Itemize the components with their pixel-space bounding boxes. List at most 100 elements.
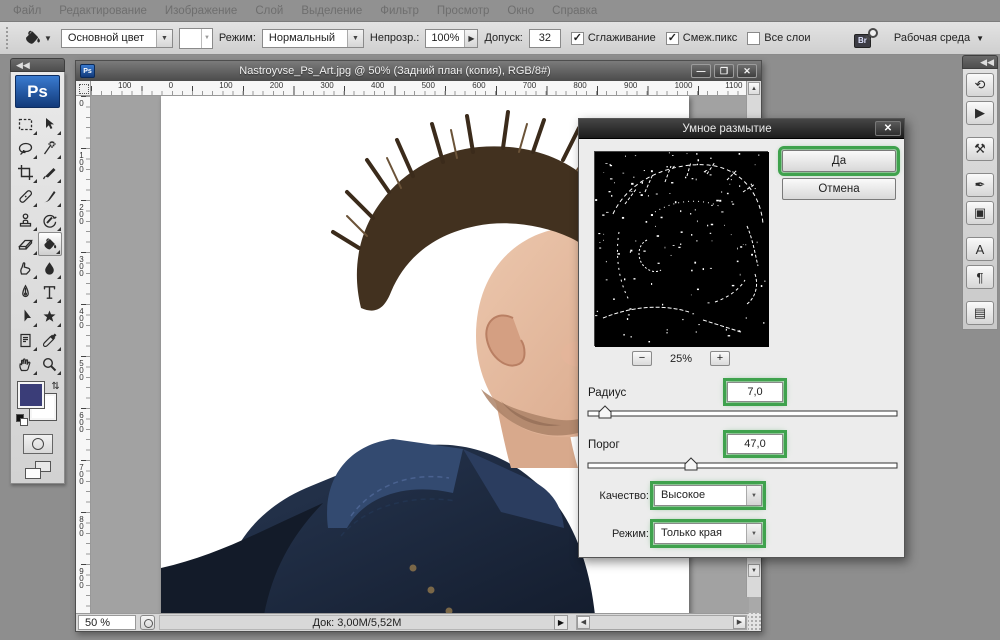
panel-button-history[interactable]: ⟲ [966, 73, 994, 97]
tool-brush[interactable] [38, 184, 62, 208]
panel-button-tool-presets[interactable]: ⚒ [966, 137, 994, 161]
tool-horizontal-type[interactable] [38, 280, 62, 304]
current-tool-button[interactable]: ▼ [19, 27, 55, 49]
checkbox-Сглаживание[interactable]: ✓Сглаживание [571, 32, 656, 45]
brushes-icon: ✒ [975, 177, 986, 193]
checkbox-Смеж.пикс[interactable]: ✓Смеж.пикс [666, 32, 737, 45]
checkbox-Все слои[interactable]: Все слои [747, 32, 810, 45]
menu-item-Файл[interactable]: Файл [4, 5, 50, 17]
tool-notes[interactable] [14, 328, 38, 352]
tool-move[interactable] [38, 112, 62, 136]
zoom-out-button[interactable]: − [632, 351, 652, 366]
workspace-switcher[interactable]: Рабочая среда ▼ [894, 32, 984, 44]
tool-path-selection[interactable] [14, 304, 38, 328]
document-titlebar[interactable]: Ps Nastroyvse_Ps_Art.jpg @ 50% (Задний п… [76, 61, 761, 81]
dialog-close-button[interactable]: ✕ [875, 121, 901, 136]
threshold-slider[interactable] [587, 457, 898, 473]
menu-item-Просмотр[interactable]: Просмотр [428, 5, 499, 17]
ruler-v-label: 900 [77, 567, 86, 588]
blend-mode-select[interactable]: Нормальный ▼ [262, 29, 364, 48]
blend-mode-arrow-icon[interactable]: ▼ [347, 30, 363, 47]
restore-button[interactable]: ❐ [714, 64, 734, 78]
panel-button-clone-source[interactable]: ▣ [966, 201, 994, 225]
foreground-color-swatch[interactable] [18, 382, 44, 408]
status-flyout-icon[interactable]: ▶ [554, 615, 568, 630]
tool-smudge[interactable] [14, 256, 38, 280]
quality-arrow-icon[interactable]: ▼ [746, 486, 761, 505]
path-selection-icon [17, 308, 34, 325]
threshold-input[interactable]: 47,0 [727, 434, 783, 454]
checkbox-icon[interactable] [747, 32, 760, 45]
scroll-left-icon[interactable]: ◀ [577, 616, 590, 629]
tool-blur[interactable] [38, 256, 62, 280]
clone-stamp-icon [17, 212, 34, 229]
panel-button-layer-comps[interactable]: ▤ [966, 301, 994, 325]
tool-eraser[interactable] [14, 232, 38, 256]
scroll-down-icon[interactable]: ▼ [748, 564, 760, 577]
dialog-titlebar[interactable]: Умное размытие ✕ [579, 119, 904, 139]
pattern-picker[interactable]: ▼ [179, 28, 213, 49]
tool-paint-bucket[interactable] [38, 232, 62, 256]
menu-item-Редактирование[interactable]: Редактирование [50, 5, 156, 17]
ps-logo[interactable]: Ps [15, 75, 60, 108]
panel-collapse-bar[interactable]: ◀◀ [962, 55, 998, 69]
tool-eyedropper[interactable] [38, 328, 62, 352]
menu-item-Слой[interactable]: Слой [246, 5, 292, 17]
checkbox-icon[interactable]: ✓ [666, 32, 679, 45]
tool-crop[interactable] [14, 160, 38, 184]
tool-hand[interactable] [14, 352, 38, 376]
menu-item-Изображение[interactable]: Изображение [156, 5, 246, 17]
close-button[interactable]: ✕ [737, 64, 757, 78]
fill-source-select[interactable]: Основной цвет ▼ [61, 29, 173, 48]
checkbox-icon[interactable]: ✓ [571, 32, 584, 45]
tool-clone-stamp[interactable] [14, 208, 38, 232]
tool-magic-wand[interactable] [38, 136, 62, 160]
tool-pen[interactable] [14, 280, 38, 304]
tool-custom-shape[interactable] [38, 304, 62, 328]
panel-button-actions[interactable]: ▶ [966, 101, 994, 125]
quick-mask-button[interactable] [23, 434, 53, 454]
mode-arrow-icon[interactable]: ▼ [746, 524, 761, 543]
vertical-ruler[interactable]: 0100200300400500600700800900 [76, 96, 91, 615]
tool-zoom[interactable] [38, 352, 62, 376]
tool-lasso[interactable] [14, 136, 38, 160]
menu-item-Выделение[interactable]: Выделение [292, 5, 371, 17]
options-grip[interactable] [6, 27, 11, 49]
tool-spot-healing-brush[interactable] [14, 184, 38, 208]
tool-slice[interactable] [38, 160, 62, 184]
opacity-arrow-icon[interactable]: ▶ [464, 30, 477, 47]
ruler-origin[interactable] [76, 81, 91, 96]
tolerance-input[interactable]: 32 [529, 29, 561, 48]
tool-rectangular-marquee[interactable] [14, 112, 38, 136]
right-panel-strip: ⟲ ▶ ⚒ ✒ ▣ A ¶ ▤ [962, 69, 998, 330]
minimize-button[interactable]: — [691, 64, 711, 78]
opacity-field[interactable]: 100% ▶ [425, 29, 478, 48]
cancel-button[interactable]: Отмена [782, 178, 896, 200]
bridge-button[interactable]: Br [854, 28, 880, 48]
menu-item-Фильтр[interactable]: Фильтр [371, 5, 428, 17]
filter-preview[interactable] [594, 151, 768, 346]
horizontal-scrollbar[interactable]: ◀ ▶ [576, 615, 747, 630]
menu-item-Справка[interactable]: Справка [543, 5, 606, 17]
horizontal-ruler[interactable]: 100010020030040050060070080090010001100 [91, 81, 748, 96]
radius-input[interactable]: 7,0 [727, 382, 783, 402]
panel-button-character[interactable]: A [966, 237, 994, 261]
fill-source-arrow-icon[interactable]: ▼ [156, 30, 172, 47]
menu-item-Окно[interactable]: Окно [498, 5, 543, 17]
quality-select[interactable]: Высокое ▼ [654, 485, 762, 506]
zoom-level-field[interactable]: 50 % [78, 615, 136, 630]
default-colors-icon[interactable] [16, 414, 28, 426]
radius-slider[interactable] [587, 405, 898, 421]
ok-button[interactable]: Да [782, 150, 896, 172]
panel-button-paragraph[interactable]: ¶ [966, 265, 994, 289]
scroll-right-icon[interactable]: ▶ [733, 616, 746, 629]
zoom-in-button[interactable]: + [710, 351, 730, 366]
toolbox-collapse-bar[interactable]: ◀◀ [10, 58, 65, 72]
scroll-up-icon[interactable]: ▲ [748, 82, 760, 95]
screen-mode-button[interactable] [25, 461, 51, 479]
resize-grip[interactable] [746, 612, 761, 631]
mode-select[interactable]: Только края ▼ [654, 523, 762, 544]
panel-button-brushes[interactable]: ✒ [966, 173, 994, 197]
tool-history-brush[interactable] [38, 208, 62, 232]
swap-colors-icon[interactable]: ⇄ [49, 381, 60, 389]
